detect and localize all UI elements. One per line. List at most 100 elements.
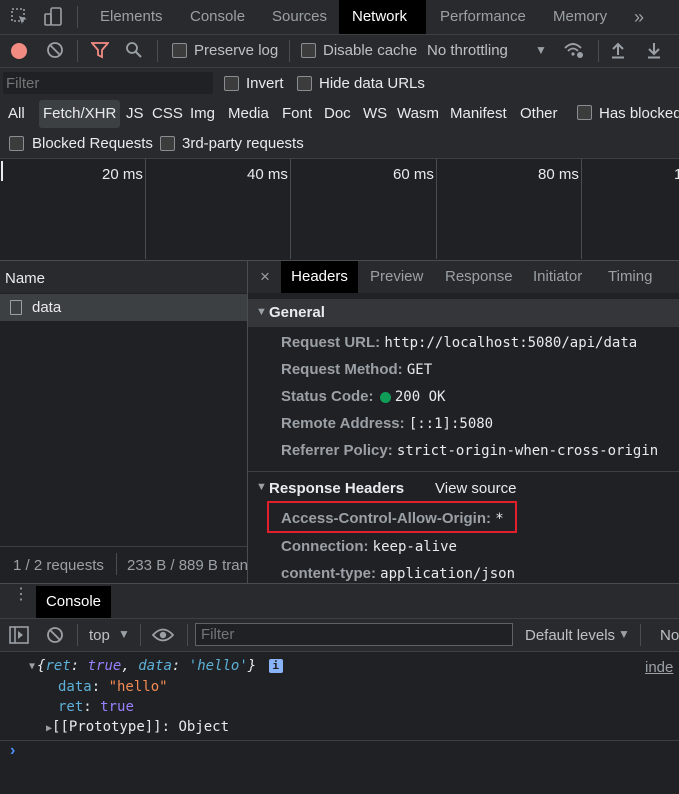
- console-log-entry[interactable]: ▼ {ret: true, data: 'hello'} i: [29, 658, 283, 674]
- document-icon: [10, 300, 22, 315]
- header-key: Request Method:: [281, 361, 403, 378]
- header-value: *: [495, 511, 504, 527]
- tab-sources[interactable]: Sources: [259, 0, 340, 34]
- view-source-link[interactable]: View source: [435, 480, 516, 497]
- source-link[interactable]: inde: [645, 659, 673, 676]
- context-select[interactable]: top: [89, 627, 110, 644]
- header-value: GET: [406, 362, 433, 378]
- type-filter-manifest[interactable]: Manifest: [450, 100, 507, 128]
- clear-icon[interactable]: [46, 41, 64, 63]
- disable-cache-label: Disable cache: [323, 42, 418, 59]
- request-row-data[interactable]: data: [0, 294, 247, 321]
- request-name: data: [32, 299, 62, 316]
- object-property: data: "hello": [58, 679, 168, 695]
- invert-label: Invert: [246, 75, 284, 92]
- network-toolbar: Preserve log Disable cache No throttling…: [0, 35, 679, 67]
- type-filter-doc[interactable]: Doc: [324, 100, 351, 128]
- drawer-tabbar: ⋮ Console: [0, 584, 679, 618]
- object-property: ret: true: [58, 699, 134, 715]
- type-filter-media[interactable]: Media: [228, 100, 269, 128]
- header-row: Connection: keep-alive: [281, 538, 457, 555]
- info-icon[interactable]: i: [268, 659, 283, 673]
- tab-performance[interactable]: Performance: [427, 0, 539, 34]
- detail-tab-response[interactable]: Response: [445, 261, 513, 293]
- record-icon[interactable]: [11, 43, 27, 59]
- export-har-icon[interactable]: [646, 41, 662, 63]
- header-key: Remote Address:: [281, 415, 405, 432]
- timeline-tick: 80 ms: [538, 166, 579, 183]
- device-toolbar-icon[interactable]: [43, 6, 65, 32]
- type-filter-wasm[interactable]: Wasm: [397, 100, 439, 128]
- general-title: General: [269, 304, 325, 321]
- header-key: Access-Control-Allow-Origin:: [281, 510, 492, 527]
- log-levels-select[interactable]: Default levels: [525, 627, 615, 644]
- timeline-tick: 20 ms: [102, 166, 143, 183]
- header-row: Access-Control-Allow-Origin: *: [281, 510, 504, 527]
- console-toolbar: top ▼ Default levels ▼ No: [0, 619, 679, 651]
- drawer-tab-console[interactable]: Console: [36, 586, 111, 618]
- disable-cache-checkbox[interactable]: [301, 43, 316, 58]
- log-levels-dropdown-icon[interactable]: ▼: [618, 627, 630, 641]
- request-details: × Headers Preview Response Initiator Tim…: [248, 261, 679, 583]
- search-icon[interactable]: [125, 41, 143, 63]
- tab-elements[interactable]: Elements: [87, 0, 176, 34]
- throttling-select[interactable]: No throttling: [427, 42, 508, 59]
- expand-triangle-icon[interactable]: ▼: [29, 661, 35, 672]
- general-section-header[interactable]: ▼ General: [248, 299, 679, 327]
- console-settings-truncated[interactable]: No: [660, 627, 679, 644]
- detail-tab-preview[interactable]: Preview: [370, 261, 423, 293]
- timeline-overview[interactable]: 20 ms 40 ms 60 ms 80 ms 1: [0, 159, 679, 259]
- network-conditions-icon[interactable]: [563, 41, 585, 63]
- type-filter-js[interactable]: JS: [126, 100, 144, 128]
- filter-input[interactable]: [3, 72, 213, 94]
- type-filter-other[interactable]: Other: [520, 100, 558, 128]
- timeline-tick: 60 ms: [393, 166, 434, 183]
- sidebar-toggle-icon[interactable]: [9, 626, 29, 648]
- tab-network[interactable]: Network: [339, 0, 426, 34]
- preserve-log-checkbox[interactable]: [172, 43, 187, 58]
- import-har-icon[interactable]: [610, 41, 626, 63]
- clear-console-icon[interactable]: [46, 626, 64, 648]
- name-column-header[interactable]: Name: [0, 261, 247, 293]
- live-expression-eye-icon[interactable]: [151, 627, 175, 647]
- type-filter-img[interactable]: Img: [190, 100, 215, 128]
- object-preview: {ret: true, data: 'hello'}: [37, 658, 257, 674]
- console-filter-input[interactable]: [195, 623, 513, 646]
- has-blocked-checkbox[interactable]: [577, 105, 592, 120]
- more-tabs-icon[interactable]: »: [621, 0, 657, 34]
- invert-checkbox[interactable]: [224, 76, 239, 91]
- filter-funnel-icon[interactable]: [90, 41, 110, 63]
- header-row: Remote Address: [::1]:5080: [281, 415, 493, 432]
- hide-data-urls-checkbox[interactable]: [297, 76, 312, 91]
- response-headers-section-header[interactable]: ▼ Response Headers View source: [248, 475, 679, 501]
- detail-tab-headers[interactable]: Headers: [281, 261, 358, 293]
- prototype-row[interactable]: ▶[[Prototype]]: Object: [46, 719, 229, 735]
- inspect-element-icon[interactable]: [10, 7, 30, 31]
- type-filter-css[interactable]: CSS: [152, 100, 183, 128]
- type-filter-ws[interactable]: WS: [363, 100, 387, 128]
- type-filter-font[interactable]: Font: [282, 100, 312, 128]
- console-prompt-icon[interactable]: ›: [10, 742, 15, 760]
- status-dot-icon: [379, 391, 391, 403]
- drawer-menu-icon[interactable]: ⋮: [13, 587, 29, 603]
- blocked-requests-checkbox[interactable]: [9, 136, 24, 151]
- header-value: application/json: [380, 566, 516, 582]
- name-column-label: Name: [5, 270, 46, 287]
- third-party-checkbox[interactable]: [160, 136, 175, 151]
- throttling-dropdown-icon[interactable]: ▼: [535, 43, 547, 57]
- context-dropdown-icon[interactable]: ▼: [118, 627, 130, 641]
- tab-console[interactable]: Console: [177, 0, 258, 34]
- detail-tab-timing[interactable]: Timing: [608, 261, 652, 293]
- hide-data-urls-label: Hide data URLs: [319, 75, 425, 92]
- header-value: http://localhost:5080/api/data: [384, 335, 638, 351]
- type-filter-all[interactable]: All: [8, 100, 25, 128]
- header-key: Status Code:: [281, 388, 374, 405]
- close-details-icon[interactable]: ×: [260, 267, 270, 287]
- header-key: content-type:: [281, 565, 376, 582]
- tab-memory[interactable]: Memory: [540, 0, 620, 34]
- detail-tab-initiator[interactable]: Initiator: [533, 261, 582, 293]
- header-row: Request Method: GET: [281, 361, 432, 378]
- header-row: content-type: application/json: [281, 565, 515, 582]
- blocked-requests-label: Blocked Requests: [32, 135, 153, 152]
- type-filter-fetch-xhr[interactable]: Fetch/XHR: [39, 100, 121, 128]
